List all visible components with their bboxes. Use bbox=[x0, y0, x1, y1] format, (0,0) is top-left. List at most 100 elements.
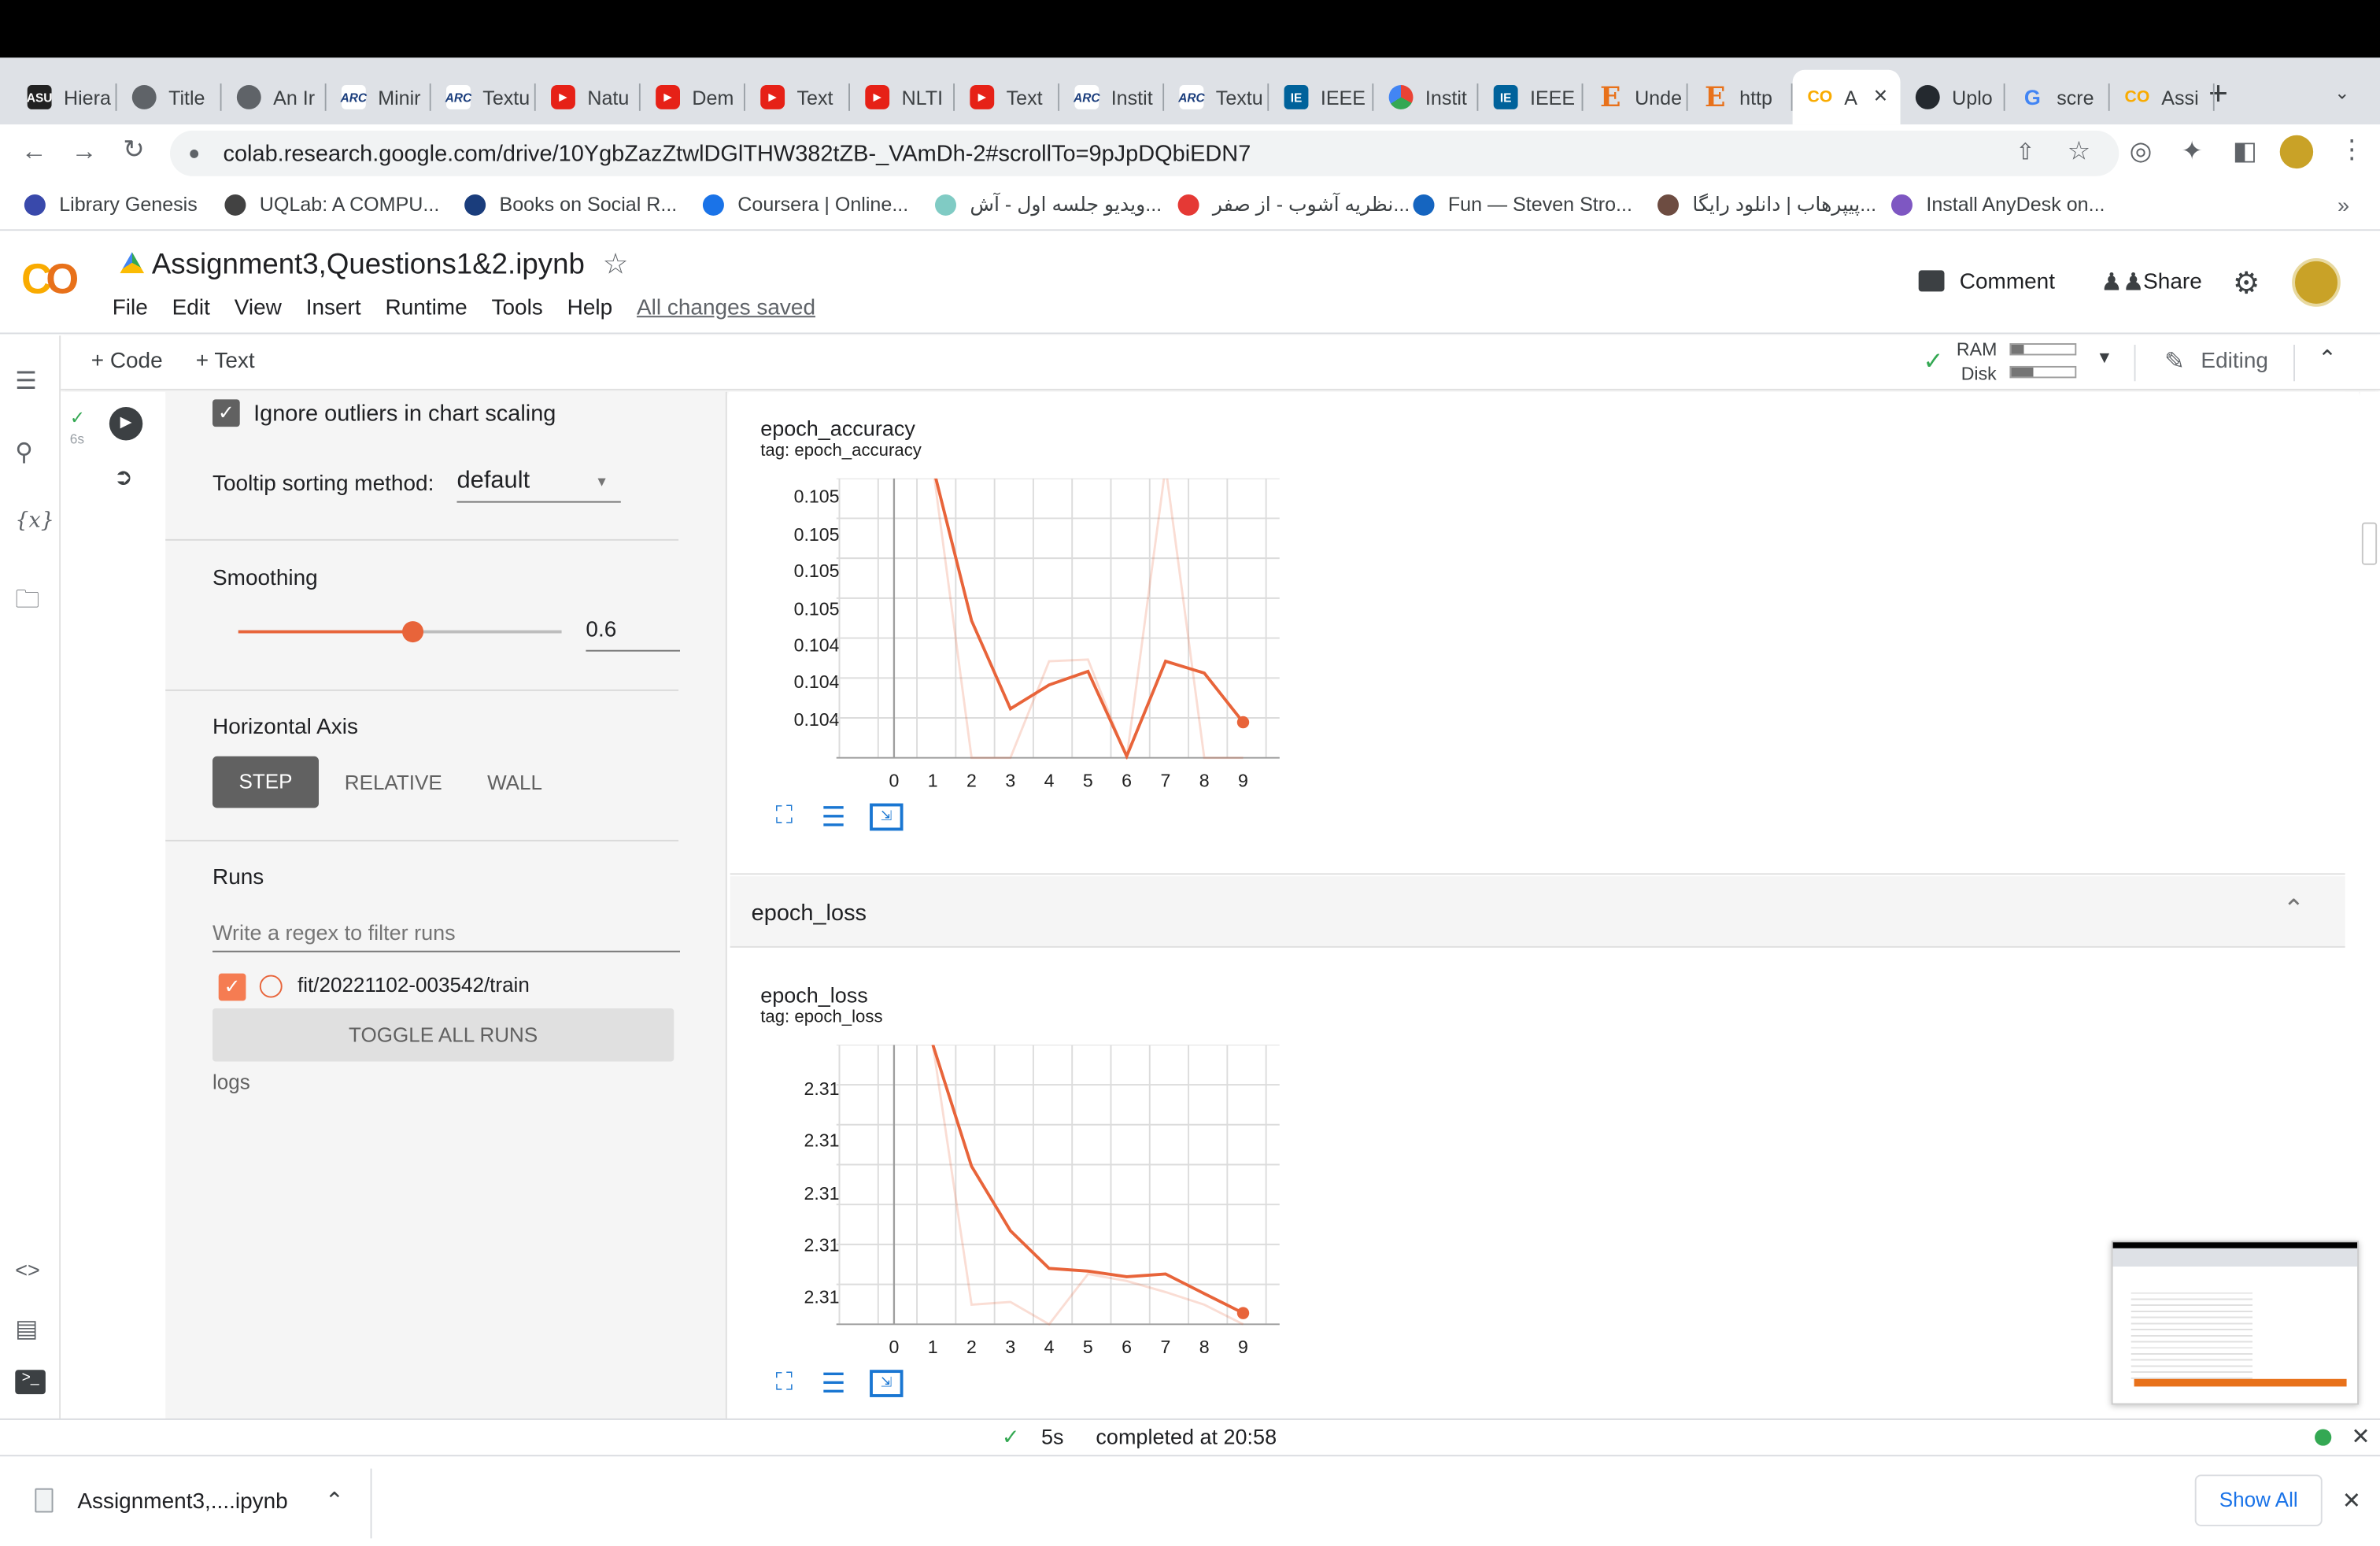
ram-meter[interactable] bbox=[2009, 343, 2077, 356]
loss-section-title[interactable]: epoch_loss bbox=[752, 901, 867, 926]
save-status-link[interactable]: All changes saved bbox=[637, 296, 815, 320]
add-text-button[interactable]: + Text bbox=[196, 350, 255, 374]
bookmark-label[interactable]: نظریه آشوب - از صفر... bbox=[1213, 193, 1410, 217]
data-table-icon[interactable]: ☰ bbox=[821, 802, 845, 834]
bookmark-star-icon[interactable]: ☆ bbox=[2068, 137, 2090, 168]
bookmark-label[interactable]: Install AnyDesk on... bbox=[1926, 193, 2105, 216]
browser-tab[interactable]: Uplo bbox=[1901, 70, 2005, 124]
menu-runtime[interactable]: Runtime bbox=[385, 296, 467, 320]
share-button[interactable]: Share bbox=[2143, 270, 2202, 294]
browser-tab[interactable]: ASU Hiera bbox=[12, 70, 117, 124]
tab-label[interactable]: Assi bbox=[2161, 86, 2198, 109]
fit-domain-icon[interactable]: ⇲ bbox=[870, 1370, 904, 1397]
browser-tab[interactable]: ARC Textu bbox=[1164, 70, 1269, 124]
smoothing-value-input[interactable]: 0.6 bbox=[586, 615, 680, 652]
ignore-outliers-checkbox[interactable]: ✓ bbox=[212, 399, 240, 427]
close-tab-icon[interactable]: ✕ bbox=[1873, 85, 1888, 106]
close-status-icon[interactable]: ✕ bbox=[2351, 1423, 2370, 1451]
browser-tab[interactable]: ▶ Text bbox=[745, 70, 850, 124]
download-file-name[interactable]: Assignment3,....ipynb bbox=[77, 1490, 287, 1515]
tab-label[interactable]: Instit bbox=[1111, 86, 1153, 109]
fullscreen-icon[interactable]: ⛶ bbox=[775, 1370, 793, 1397]
back-icon[interactable]: ← bbox=[21, 137, 47, 168]
url-text[interactable]: colab.research.google.com/drive/10YgbZaz… bbox=[223, 141, 1251, 167]
bookmark-label[interactable]: Books on Social R... bbox=[499, 193, 677, 216]
menu-tools[interactable]: Tools bbox=[491, 296, 542, 320]
code-snippets-icon[interactable]: <> bbox=[15, 1257, 40, 1282]
accuracy-chart-plot[interactable] bbox=[836, 478, 1283, 761]
menu-help[interactable]: Help bbox=[567, 296, 613, 320]
haxis-relative-button[interactable]: RELATIVE bbox=[345, 771, 442, 794]
tab-label[interactable]: Text bbox=[796, 86, 833, 109]
tab-label[interactable]: scre bbox=[2057, 86, 2094, 109]
fit-domain-icon[interactable]: ⇲ bbox=[870, 803, 904, 831]
bookmark-label[interactable]: پیپرهاب | دانلود رایگا... bbox=[1692, 193, 1876, 217]
browser-tab[interactable]: E Unde bbox=[1583, 70, 1688, 124]
user-avatar[interactable] bbox=[2292, 257, 2341, 307]
collapse-header-icon[interactable]: ⌃ bbox=[2318, 345, 2337, 372]
extension-globe-icon[interactable]: ◎ bbox=[2130, 137, 2153, 168]
tab-label[interactable]: Uplo bbox=[1952, 86, 1993, 109]
files-folder-icon[interactable]: 🗀 bbox=[15, 583, 39, 624]
bookmark-item[interactable]: نظریه آشوب - از صفر... bbox=[1177, 193, 1410, 217]
bookmark-label[interactable]: Coursera | Online... bbox=[737, 193, 908, 216]
terminal-icon[interactable]: >_ bbox=[15, 1370, 46, 1395]
browser-tab[interactable]: CO Assi bbox=[2110, 70, 2215, 124]
share-people-icon[interactable]: ♟♟ bbox=[2101, 268, 2144, 298]
bookmark-item[interactable]: UQLab: A COMPU... bbox=[224, 193, 439, 216]
browser-tab[interactable]: IE IEEE bbox=[1478, 70, 1584, 124]
bookmark-item[interactable]: Books on Social R... bbox=[464, 193, 677, 216]
add-code-button[interactable]: + Code bbox=[91, 350, 163, 374]
run-checkbox[interactable]: ✓ bbox=[218, 973, 246, 1001]
profile-avatar[interactable] bbox=[2279, 135, 2314, 169]
tab-label[interactable]: Minir bbox=[378, 86, 420, 109]
toggle-all-runs-button[interactable]: TOGGLE ALL RUNS bbox=[212, 1008, 674, 1062]
haxis-step-button[interactable]: STEP bbox=[212, 756, 319, 808]
tooltip-sorting-select[interactable]: default ▼ bbox=[456, 463, 621, 503]
tab-search-chevron-icon[interactable]: ⌄ bbox=[2334, 82, 2349, 103]
fullscreen-icon[interactable]: ⛶ bbox=[775, 804, 793, 831]
browser-tab[interactable]: IE IEEE bbox=[1269, 70, 1374, 124]
smoothing-value[interactable]: 0.6 bbox=[586, 618, 616, 642]
bookmark-label[interactable]: UQLab: A COMPU... bbox=[260, 193, 440, 216]
bookmark-item[interactable]: Library Genesis bbox=[24, 193, 198, 216]
bookmarks-overflow-icon[interactable]: » bbox=[2338, 193, 2349, 217]
screenshot-thumbnail[interactable] bbox=[2111, 1241, 2359, 1405]
loss-chart-plot[interactable] bbox=[836, 1045, 1283, 1327]
browser-tab[interactable]: ▶ Dem bbox=[641, 70, 745, 124]
show-all-button[interactable]: Show All bbox=[2194, 1474, 2323, 1526]
bookmark-label[interactable]: Fun — Steven Stro... bbox=[1448, 193, 1632, 216]
loss-section-header[interactable]: epoch_loss ⌃ bbox=[730, 876, 2345, 948]
menu-view[interactable]: View bbox=[235, 296, 282, 320]
runtime-dropdown-icon[interactable]: ▼ bbox=[2096, 350, 2112, 368]
tab-label[interactable]: Instit bbox=[1425, 86, 1467, 109]
browser-tab[interactable]: Instit bbox=[1373, 70, 1479, 124]
variables-icon[interactable]: {x} bbox=[15, 509, 54, 533]
data-table-icon[interactable]: ☰ bbox=[821, 1368, 845, 1400]
browser-tab[interactable]: Ehttp bbox=[1688, 70, 1793, 124]
settings-gear-icon[interactable]: ⚙ bbox=[2233, 264, 2260, 302]
browser-tab[interactable]: ARC Instit bbox=[1059, 70, 1165, 124]
browser-tab[interactable]: An Ir bbox=[222, 70, 327, 124]
side-panel-icon[interactable]: ◧ bbox=[2233, 137, 2257, 168]
drive-icon[interactable] bbox=[120, 252, 145, 274]
reload-icon[interactable]: ↻ bbox=[123, 135, 144, 166]
extensions-puzzle-icon[interactable]: ✦ bbox=[2181, 137, 2202, 168]
browser-tab[interactable]: CO A ✕ bbox=[1792, 69, 1901, 125]
tab-label[interactable]: A bbox=[1844, 86, 1857, 109]
tab-label[interactable]: An Ir bbox=[273, 86, 315, 109]
pencil-icon[interactable]: ✎ bbox=[2164, 346, 2185, 377]
forward-icon[interactable]: → bbox=[72, 137, 98, 168]
bookmark-item[interactable]: Fun — Steven Stro... bbox=[1413, 193, 1632, 216]
tab-label[interactable]: Hiera bbox=[64, 86, 111, 109]
menu-file[interactable]: File bbox=[113, 296, 148, 320]
tab-label[interactable]: http bbox=[1739, 86, 1772, 109]
editing-mode-button[interactable]: Editing bbox=[2201, 350, 2268, 374]
ram-label[interactable]: RAM bbox=[1957, 338, 1997, 360]
bookmark-label[interactable]: ویدیو جلسه اول - آش... bbox=[970, 193, 1162, 217]
browser-tab[interactable]: ARC Minir bbox=[327, 70, 431, 124]
share-page-icon[interactable]: ⇧ bbox=[2016, 139, 2034, 165]
menu-edit[interactable]: Edit bbox=[172, 296, 210, 320]
tab-label[interactable]: Text bbox=[1007, 86, 1043, 109]
status-completed-text[interactable]: completed at 20:58 bbox=[1096, 1425, 1277, 1449]
